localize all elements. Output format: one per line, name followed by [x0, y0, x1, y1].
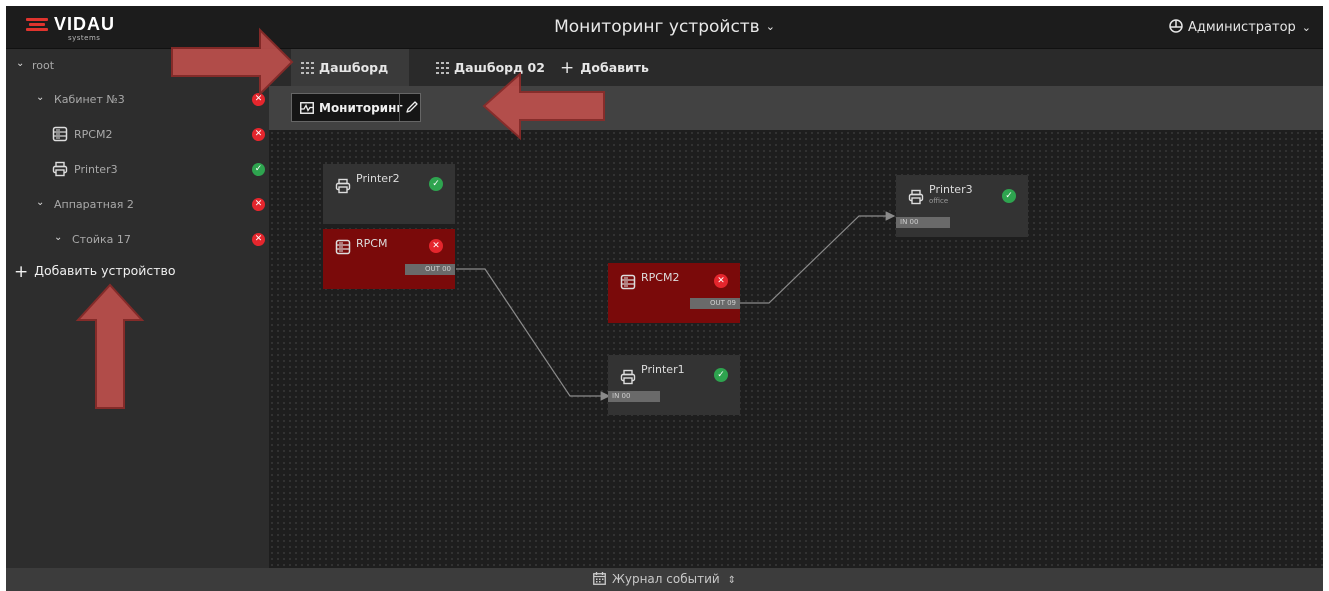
node-location: office — [929, 197, 949, 205]
tree-item-label: Стойка 17 — [72, 233, 131, 246]
tree-item-label: root — [32, 59, 55, 72]
printer-icon — [52, 161, 68, 177]
calendar-icon — [593, 572, 606, 585]
printer-icon — [620, 369, 636, 385]
error-status-icon: ✕ — [252, 128, 265, 141]
dashboard-canvas[interactable]: Printer2 ✓ RPCM ✕ OUT 00 RPCM2 ✕ OUT 09 … — [269, 130, 1323, 568]
chevron-down-icon[interactable]: ⌄ — [36, 197, 44, 208]
dashboard-grid-icon — [436, 62, 449, 74]
event-log-bar[interactable]: Журнал событий ⇕ — [6, 568, 1323, 591]
tab-label: Дашборд 02 — [454, 60, 545, 75]
wire-rpcm2-to-printer3 — [740, 211, 896, 304]
ok-status-icon: ✓ — [714, 368, 728, 382]
device-tree-sidebar: ⌄ root ⌄ Кабинет №3 ✕ RPCM2 ✕ Printer3 ✓… — [6, 49, 269, 568]
tree-item-label: Printer3 — [74, 163, 118, 176]
node-name: Printer1 — [641, 363, 685, 376]
rpcm-icon — [52, 126, 68, 142]
tree-item-rack-17[interactable]: ⌄ Стойка 17 ✕ — [6, 223, 269, 257]
node-name: Printer3 — [929, 183, 973, 196]
add-dashboard-button[interactable]: +Добавить дашборд — [560, 49, 720, 113]
node-rpcm[interactable]: RPCM ✕ OUT 00 — [323, 229, 455, 289]
tree-item-label: RPCM2 — [74, 128, 113, 141]
app-title-dropdown[interactable]: Мониторинг устройств ⌄ — [6, 17, 1323, 37]
tree-item-label: Аппаратная 2 — [54, 198, 134, 211]
output-port[interactable]: OUT 09 — [690, 298, 740, 309]
wire-rpcm-to-printer1 — [456, 268, 611, 401]
tree-item-label: Кабинет №3 — [54, 93, 125, 106]
ok-status-icon: ✓ — [429, 177, 443, 191]
user-helmet-icon — [1169, 19, 1183, 33]
top-bar: VIDAU systems Мониторинг устройств ⌄ Адми… — [6, 6, 1323, 49]
add-device-label: Добавить устройство — [34, 263, 176, 278]
input-port[interactable]: IN 00 — [896, 217, 950, 228]
tree-item-cabinet-3[interactable]: ⌄ Кабинет №3 ✕ — [6, 83, 269, 117]
dashboard-toolbar: Мониторинг — [269, 86, 1323, 130]
expand-collapse-icon: ⇕ — [727, 575, 737, 586]
printer-icon — [335, 178, 351, 194]
node-printer2[interactable]: Printer2 ✓ — [323, 164, 455, 224]
chevron-down-icon: ⌄ — [765, 20, 775, 33]
app-title: Мониторинг устройств — [554, 17, 760, 37]
input-port[interactable]: IN 00 — [608, 391, 660, 402]
node-rpcm2[interactable]: RPCM2 ✕ OUT 09 — [608, 263, 740, 323]
ok-status-icon: ✓ — [1002, 189, 1016, 203]
tab-dashboard-01[interactable]: Дашборд 01 — [291, 49, 409, 112]
node-printer3[interactable]: Printer3 office ✓ IN 00 — [896, 175, 1028, 237]
toolbar-divider — [399, 94, 400, 121]
tree-item-rpcm2[interactable]: RPCM2 ✕ — [6, 118, 269, 152]
monitoring-label: Мониторинг — [319, 101, 403, 115]
monitoring-chart-icon — [300, 102, 314, 114]
plus-icon: + — [14, 262, 29, 282]
node-name: RPCM2 — [641, 271, 680, 284]
add-device-button[interactable]: + Добавить устройство — [14, 262, 176, 282]
chevron-down-icon[interactable]: ⌄ — [36, 92, 44, 103]
output-port[interactable]: OUT 00 — [405, 264, 455, 275]
node-printer1[interactable]: Printer1 ✓ IN 00 — [608, 355, 740, 415]
chevron-down-icon[interactable]: ⌄ — [54, 232, 62, 243]
chevron-down-icon: ⌄ — [1301, 21, 1311, 34]
error-status-icon: ✕ — [714, 274, 728, 288]
error-status-icon: ✕ — [252, 93, 265, 106]
monitoring-mode-toggle: Мониторинг — [291, 93, 421, 122]
dashboard-tabs: Дашборд 01 Дашборд 02 +Добавить дашборд — [269, 49, 1323, 113]
node-name: Printer2 — [356, 172, 400, 185]
rpcm-icon — [620, 274, 636, 290]
edit-pencil-icon[interactable] — [405, 100, 419, 114]
dashboard-grid-icon — [301, 62, 314, 74]
error-status-icon: ✕ — [252, 198, 265, 211]
tree-item-printer3[interactable]: Printer3 ✓ — [6, 153, 269, 187]
rpcm-icon — [335, 239, 351, 255]
node-name: RPCM — [356, 237, 388, 250]
plus-icon: + — [560, 58, 575, 78]
printer-icon — [908, 189, 924, 205]
monitoring-button[interactable]: Мониторинг — [300, 101, 403, 115]
event-log-label: Журнал событий — [611, 572, 720, 586]
tree-item-root[interactable]: ⌄ root — [6, 49, 269, 83]
user-menu[interactable]: Администратор ⌄ — [1169, 19, 1311, 35]
ok-status-icon: ✓ — [252, 163, 265, 176]
tree-item-server-room-2[interactable]: ⌄ Аппаратная 2 ✕ — [6, 188, 269, 222]
tab-dashboard-02[interactable]: Дашборд 02 — [436, 49, 546, 86]
error-status-icon: ✕ — [429, 239, 443, 253]
chevron-down-icon[interactable]: ⌄ — [16, 58, 24, 69]
user-name: Администратор — [1187, 20, 1296, 35]
app-window: VIDAU systems Мониторинг устройств ⌄ Адми… — [6, 6, 1323, 591]
error-status-icon: ✕ — [252, 233, 265, 246]
